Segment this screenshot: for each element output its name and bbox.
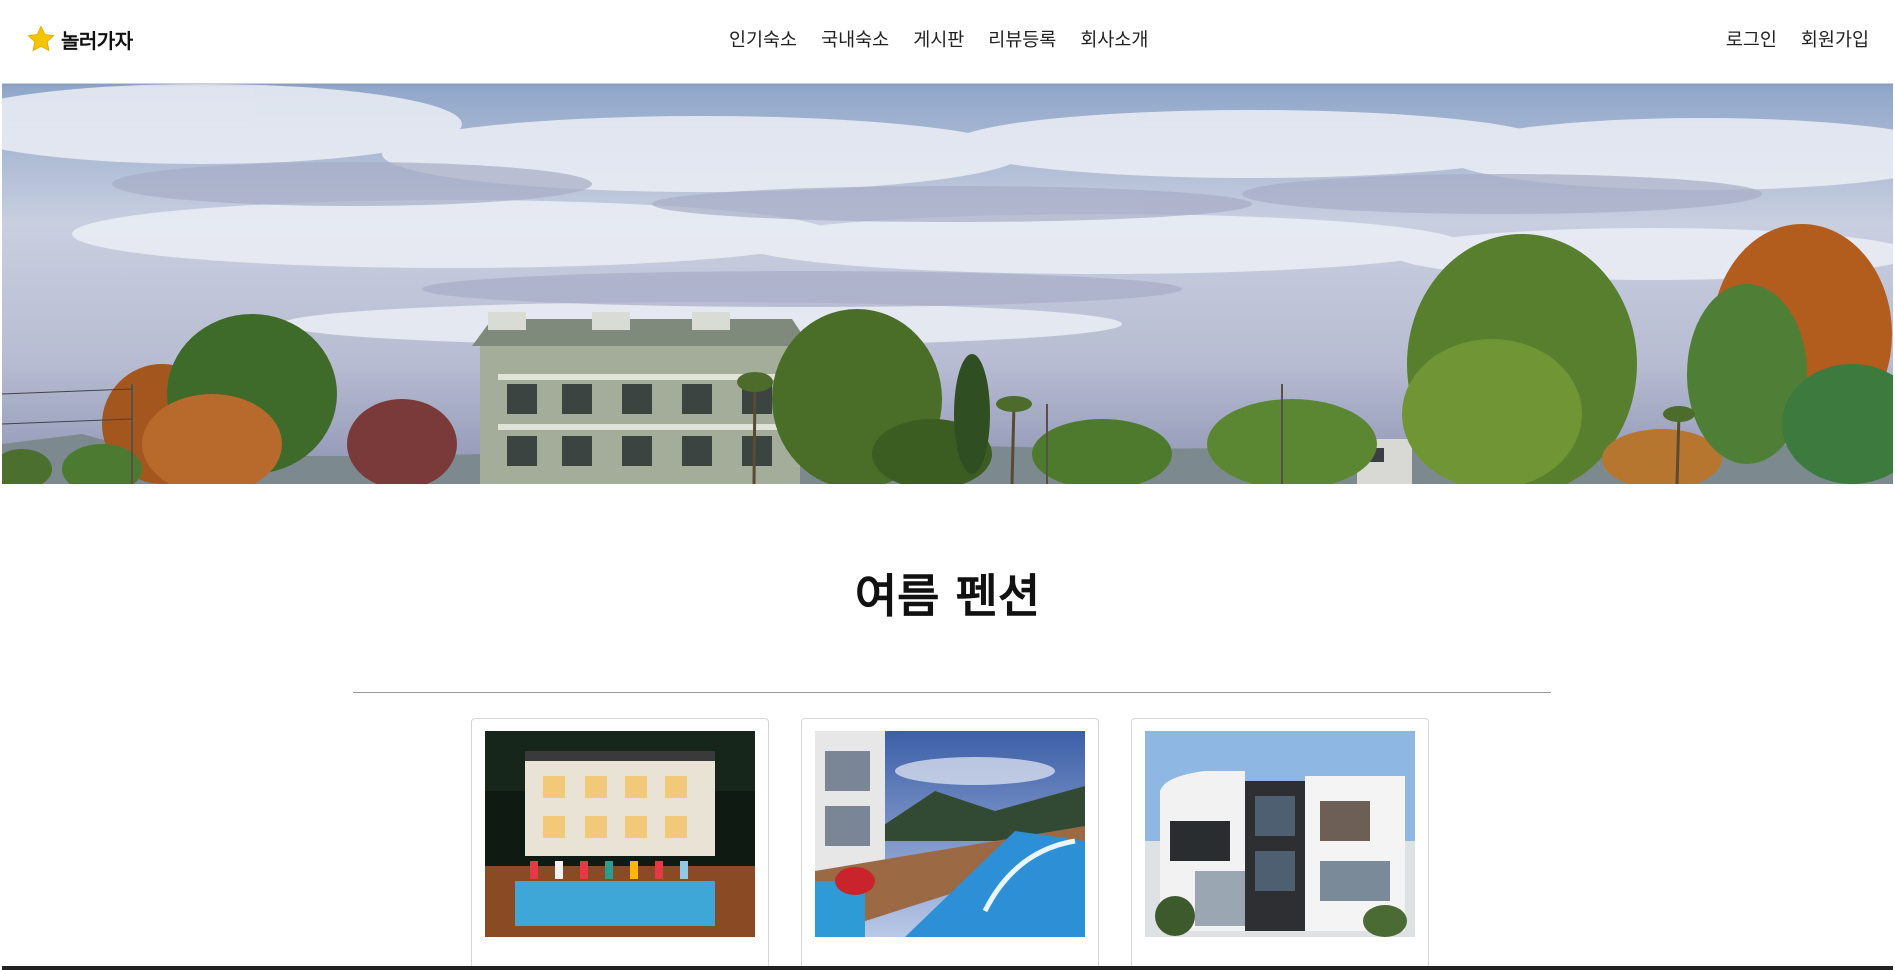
signup-link[interactable]: 회원가입 (1801, 26, 1869, 52)
auth-links: 로그인 회원가입 (1726, 26, 1869, 52)
nav-item-board[interactable]: 게시판 (913, 26, 964, 52)
nav-item-domestic[interactable]: 국내숙소 (821, 26, 889, 52)
nav-item-review[interactable]: 리뷰등록 (988, 26, 1056, 52)
section-divider (353, 692, 1551, 693)
night-pool-villa-photo (485, 731, 755, 937)
main-nav: 인기숙소 국내숙소 게시판 리뷰등록 회사소개 (729, 26, 1148, 52)
brand-name: 놀러가자 (61, 28, 133, 53)
pension-card[interactable] (1131, 718, 1429, 966)
hero-banner (2, 84, 1893, 484)
hero-image (2, 84, 1893, 484)
nav-item-about[interactable]: 회사소개 (1080, 26, 1148, 52)
pension-card-list (471, 718, 1429, 966)
login-link[interactable]: 로그인 (1726, 26, 1777, 52)
section-title: 여름 펜션 (854, 569, 1041, 623)
site-header: 놀러가자 인기숙소 국내숙소 게시판 리뷰등록 회사소개 로그인 회원가입 (2, 0, 1893, 84)
pension-card[interactable] (801, 718, 1099, 966)
logo[interactable]: 놀러가자 (26, 24, 133, 54)
modern-house-photo (1145, 731, 1415, 937)
nav-item-popular[interactable]: 인기숙소 (729, 26, 797, 52)
page: 놀러가자 인기숙소 국내숙소 게시판 리뷰등록 회사소개 로그인 회원가입 여름… (2, 0, 1893, 970)
infinity-pool-photo (815, 731, 1085, 937)
star-icon (27, 25, 55, 52)
pension-card[interactable] (471, 718, 769, 966)
